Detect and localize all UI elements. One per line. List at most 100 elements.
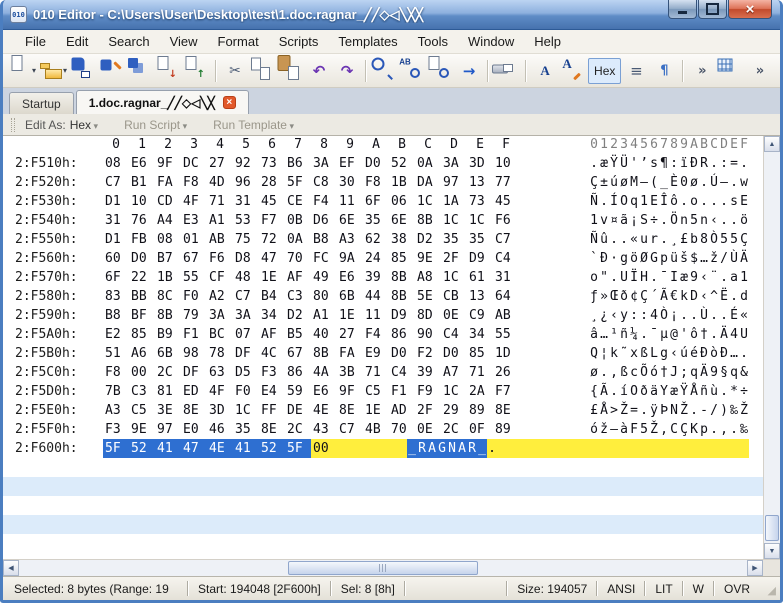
hex-byte[interactable]: 3A xyxy=(207,306,233,325)
hex-byte[interactable]: 73 xyxy=(259,154,285,173)
hex-byte[interactable]: 0F xyxy=(467,420,493,439)
ascii-char[interactable]: Ä xyxy=(719,325,729,344)
hex-byte[interactable]: F3 xyxy=(103,420,129,439)
more-tools-button[interactable] xyxy=(747,58,773,84)
ascii-char[interactable]: ß xyxy=(639,344,649,363)
replace-button[interactable] xyxy=(400,58,426,84)
hex-byte[interactable]: 2C xyxy=(441,420,467,439)
ascii-char[interactable]: ‰ xyxy=(739,420,749,439)
ascii-char[interactable]: Ð xyxy=(719,344,729,363)
hex-byte[interactable]: DF xyxy=(233,344,259,363)
ascii-char[interactable]: ú xyxy=(609,173,619,192)
hex-byte[interactable]: CF xyxy=(207,268,233,287)
ascii-char[interactable]: $ xyxy=(689,249,699,268)
ascii-char[interactable]: . xyxy=(719,306,729,325)
hex-byte[interactable]: 2C xyxy=(155,363,181,382)
hex-byte[interactable]: A2 xyxy=(207,287,233,306)
hex-byte[interactable]: 90 xyxy=(415,325,441,344)
export-hex-button[interactable] xyxy=(184,58,210,84)
ascii-char[interactable]: 5 xyxy=(639,420,649,439)
ascii-char[interactable]: o xyxy=(589,268,599,287)
hex-byte[interactable]: D6 xyxy=(311,211,337,230)
ascii-char[interactable]: ¶ xyxy=(659,154,669,173)
hex-byte[interactable]: 3E xyxy=(155,401,181,420)
hex-byte[interactable]: 10 xyxy=(129,192,155,211)
ascii-char[interactable]: v xyxy=(599,211,609,230)
ascii-char[interactable]: ' xyxy=(629,154,639,173)
hex-byte[interactable]: 6B xyxy=(155,344,181,363)
ascii-char[interactable]: ï xyxy=(679,154,689,173)
hex-byte[interactable]: DC xyxy=(181,154,207,173)
resize-grip[interactable] xyxy=(763,582,776,595)
ascii-char[interactable]: J xyxy=(669,363,679,382)
show-whitespace-button[interactable] xyxy=(651,58,677,84)
hex-byte[interactable]: 47 xyxy=(181,439,207,458)
ascii-char[interactable]: - xyxy=(699,401,709,420)
hex-byte[interactable]: 52 xyxy=(259,439,285,458)
ascii-char[interactable]: 9 xyxy=(709,363,719,382)
ascii-char[interactable]: g xyxy=(659,344,669,363)
ascii-char[interactable]: ž xyxy=(709,249,719,268)
hex-byte[interactable]: C4 xyxy=(441,325,467,344)
hex-row[interactable]: 2:F550h:D1FB0801AB75720AB8A36238D23535C7… xyxy=(3,230,763,249)
hex-byte[interactable]: 1A xyxy=(441,192,467,211)
hex-mode-button[interactable]: Hex xyxy=(588,58,621,84)
ascii-char[interactable]: Ñ xyxy=(589,192,599,211)
vertical-scroll-thumb[interactable] xyxy=(765,515,779,541)
hex-byte[interactable]: 9E xyxy=(415,249,441,268)
save-as-button[interactable] xyxy=(100,58,126,84)
ascii-char[interactable]: ö xyxy=(739,211,749,230)
hex-byte[interactable]: 39 xyxy=(415,363,441,382)
hex-byte[interactable]: 49 xyxy=(311,268,337,287)
hex-byte[interactable]: 3A xyxy=(233,306,259,325)
ascii-char[interactable]: G xyxy=(649,249,659,268)
hex-byte[interactable]: BB xyxy=(129,287,155,306)
ascii-char[interactable]: . xyxy=(487,439,497,458)
ascii-char[interactable]: Ï xyxy=(629,268,639,287)
ascii-char[interactable]: , xyxy=(609,363,619,382)
ascii-char[interactable]: : xyxy=(719,154,729,173)
hex-byte[interactable]: 70 xyxy=(285,249,311,268)
ascii-char[interactable]: Ð xyxy=(689,154,699,173)
ascii-char[interactable]: Ž xyxy=(679,401,689,420)
ascii-char[interactable]: Í xyxy=(609,192,619,211)
hex-byte[interactable]: 8B xyxy=(155,306,181,325)
hex-byte[interactable]: 1E xyxy=(363,401,389,420)
hex-byte[interactable]: DF xyxy=(181,363,207,382)
ascii-char[interactable]: . xyxy=(609,230,619,249)
ascii-char[interactable]: Y xyxy=(659,382,669,401)
hex-byte[interactable]: B5 xyxy=(285,325,311,344)
hex-byte[interactable]: 48 xyxy=(233,268,259,287)
hex-byte[interactable]: A8 xyxy=(415,268,441,287)
ascii-char[interactable]: š xyxy=(679,249,689,268)
hex-byte[interactable]: 8C xyxy=(155,287,181,306)
hex-byte[interactable]: F6 xyxy=(493,211,519,230)
ascii-char[interactable]: ß xyxy=(619,363,629,382)
ascii-char[interactable]: , xyxy=(659,420,669,439)
ascii-char[interactable]: ž xyxy=(599,420,609,439)
ascii-char[interactable]: ; xyxy=(679,363,689,382)
ascii-char[interactable]: L xyxy=(649,344,659,363)
hex-byte[interactable]: 08 xyxy=(155,230,181,249)
hex-byte[interactable]: B8 xyxy=(103,306,129,325)
ascii-char[interactable]: … xyxy=(699,249,709,268)
table-view-button[interactable] xyxy=(719,58,745,84)
hex-row[interactable]: 2:F570h:6F221B55CF481EAF49E6398BA81C6131… xyxy=(3,268,763,287)
menu-format[interactable]: Format xyxy=(208,30,269,53)
ascii-char[interactable]: = xyxy=(629,401,639,420)
ascii-char[interactable]: ô xyxy=(669,192,679,211)
hex-byte[interactable]: 89 xyxy=(467,401,493,420)
menu-scripts[interactable]: Scripts xyxy=(269,30,329,53)
hex-byte[interactable]: 0B xyxy=(285,211,311,230)
hex-byte[interactable]: 80 xyxy=(311,287,337,306)
hex-row[interactable]: 2:F5A0h:E285B9F1BC07AFB54027F48690C43455… xyxy=(3,325,763,344)
hex-byte[interactable]: 9F xyxy=(337,382,363,401)
ascii-char[interactable]: g xyxy=(619,249,629,268)
ascii-char[interactable]: . xyxy=(739,344,749,363)
hex-empty-row[interactable] xyxy=(3,458,763,477)
ascii-char[interactable]: 5 xyxy=(689,211,699,230)
hex-byte[interactable]: 64 xyxy=(493,287,519,306)
status-word-size[interactable]: W xyxy=(686,582,711,596)
hex-byte[interactable]: 41 xyxy=(155,439,181,458)
undo-button[interactable] xyxy=(306,58,332,84)
